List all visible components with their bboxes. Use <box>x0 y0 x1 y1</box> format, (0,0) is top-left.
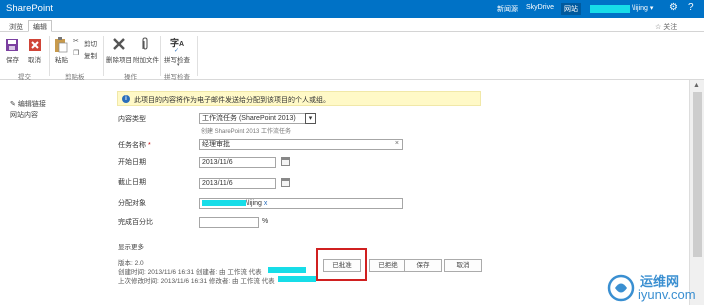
skydrive-link[interactable]: SkyDrive <box>526 4 554 11</box>
star-icon: ☆ <box>655 24 662 31</box>
group-spelling-label: 拼写检查 <box>164 74 190 81</box>
highlight-box <box>316 248 367 281</box>
content-type-label: 内容类型 <box>118 116 146 123</box>
cut-label: 剪切 <box>84 41 97 48</box>
group-commit-label: 提交 <box>18 74 31 81</box>
ribbon-separator <box>49 36 50 76</box>
assigned-to-label: 分配对象 <box>118 200 146 207</box>
brand-logo[interactable]: SharePoint <box>6 3 53 14</box>
watermark: 运维网 iyunv.com <box>602 271 704 305</box>
site-contents-link[interactable]: 网站内容 <box>10 110 38 120</box>
clear-icon[interactable]: × <box>395 140 399 148</box>
ribbon: 保存 取消 提交 粘贴 ✂ 剪切 ❐ 复制 剪贴板 删除项目 附加文件 操作 字… <box>0 32 704 81</box>
attach-file-label: 附加文件 <box>133 57 159 64</box>
pencil-icon: ✎ <box>10 101 16 108</box>
remove-user-icon[interactable]: x <box>264 200 268 207</box>
start-date-value: 2013/11/6 <box>202 159 233 166</box>
user-redaction <box>202 200 246 207</box>
start-date-label: 开始日期 <box>118 159 146 166</box>
save-label: 保存 <box>6 57 19 64</box>
tab-edit[interactable]: 编辑 <box>28 20 52 32</box>
check-icon: ✓ <box>174 48 180 54</box>
scroll-thumb[interactable] <box>693 92 702 257</box>
ribbon-tab-row: 浏览 编辑 ☆ 关注 <box>0 18 704 32</box>
reject-button[interactable]: 已拒绝 <box>369 259 407 272</box>
ribbon-separator <box>197 36 198 76</box>
user-menu[interactable]: \lijing ▾ <box>632 4 653 12</box>
paste-icon <box>55 37 68 53</box>
save-icon <box>6 39 18 51</box>
copy-label: 复制 <box>84 53 97 60</box>
modified-text: 上次修改时间: 2013/11/6 16:31 修改者: 由 工作流 代表 <box>118 278 275 285</box>
scroll-up-icon[interactable]: ▲ <box>693 82 700 89</box>
required-mark: * <box>147 142 151 149</box>
gear-icon[interactable]: ⚙ <box>669 2 678 13</box>
scissors-icon: ✂ <box>73 38 79 45</box>
calendar-icon[interactable] <box>281 157 290 166</box>
suite-bar: SharePoint 新闻源 SkyDrive 网站 \lijing ▾ ⚙ ? <box>0 0 704 18</box>
watermark-logo-icon <box>607 274 635 302</box>
delete-item-label: 删除项目 <box>106 57 132 64</box>
edit-links-label: 编辑链接 <box>17 101 46 108</box>
paperclip-icon <box>142 37 148 50</box>
ribbon-separator <box>103 36 104 76</box>
delete-icon <box>113 38 125 50</box>
percent-complete-input[interactable] <box>199 217 259 228</box>
due-date-value: 2013/11/6 <box>202 180 233 187</box>
chevron-down-icon: ▾ <box>177 62 180 68</box>
modifier-redaction <box>278 276 316 282</box>
watermark-line2: iyunv.com <box>638 287 696 302</box>
task-name-label: 任务名称 * <box>118 140 151 150</box>
chevron-down-icon[interactable]: ▾ <box>305 113 316 124</box>
percent-unit: % <box>262 218 269 225</box>
due-date-label: 截止日期 <box>118 179 146 186</box>
cancel-form-button[interactable]: 取消 <box>444 259 482 272</box>
user-name: \lijing <box>632 5 648 12</box>
group-clipboard-label: 剪贴板 <box>65 74 85 81</box>
ribbon-separator <box>160 36 161 76</box>
notice-text: 此项目的内容将作为电子邮件发送给分配到该项目的个人或组。 <box>134 97 330 104</box>
paste-label: 粘贴 <box>55 57 68 64</box>
creator-redaction <box>268 267 306 273</box>
cancel-icon <box>29 39 41 51</box>
save-form-button[interactable]: 保存 <box>404 259 442 272</box>
assigned-to-value: \lijing <box>246 200 262 207</box>
percent-complete-label: 完成百分比 <box>118 219 153 226</box>
info-notice: i 此项目的内容将作为电子邮件发送给分配到该项目的个人或组。 <box>117 91 481 106</box>
content-type-hint: 创建 SharePoint 2013 工作流任务 <box>201 129 292 135</box>
group-actions-label: 操作 <box>124 74 137 81</box>
task-name-input[interactable]: 经理审批 × <box>199 139 403 150</box>
help-icon[interactable]: ? <box>688 2 694 13</box>
newsfeed-link[interactable]: 新闻源 <box>497 4 518 14</box>
sites-link[interactable]: 网站 <box>561 3 581 15</box>
show-more-link[interactable]: 显示更多 <box>118 241 144 251</box>
due-date-input[interactable]: 2013/11/6 <box>199 178 276 189</box>
content-type-value: 工作流任务 (SharePoint 2013) <box>202 115 296 122</box>
calendar-icon[interactable] <box>281 178 290 187</box>
cancel-label: 取消 <box>28 57 41 64</box>
copy-icon: ❐ <box>73 50 80 57</box>
edit-links-link[interactable]: ✎ 编辑链接 <box>10 99 46 109</box>
task-name-value: 经理审批 <box>202 141 230 148</box>
content-type-select[interactable]: 工作流任务 (SharePoint 2013) <box>199 113 306 124</box>
tab-browse[interactable]: 浏览 <box>5 21 27 32</box>
task-name-label-text: 任务名称 <box>118 142 146 149</box>
start-date-input[interactable]: 2013/11/6 <box>199 157 276 168</box>
user-redaction <box>590 5 630 13</box>
follow-button[interactable]: ☆ 关注 <box>655 22 677 32</box>
assigned-to-input[interactable]: \lijing x <box>199 198 403 209</box>
follow-label: 关注 <box>663 24 678 31</box>
info-icon: i <box>122 95 130 103</box>
